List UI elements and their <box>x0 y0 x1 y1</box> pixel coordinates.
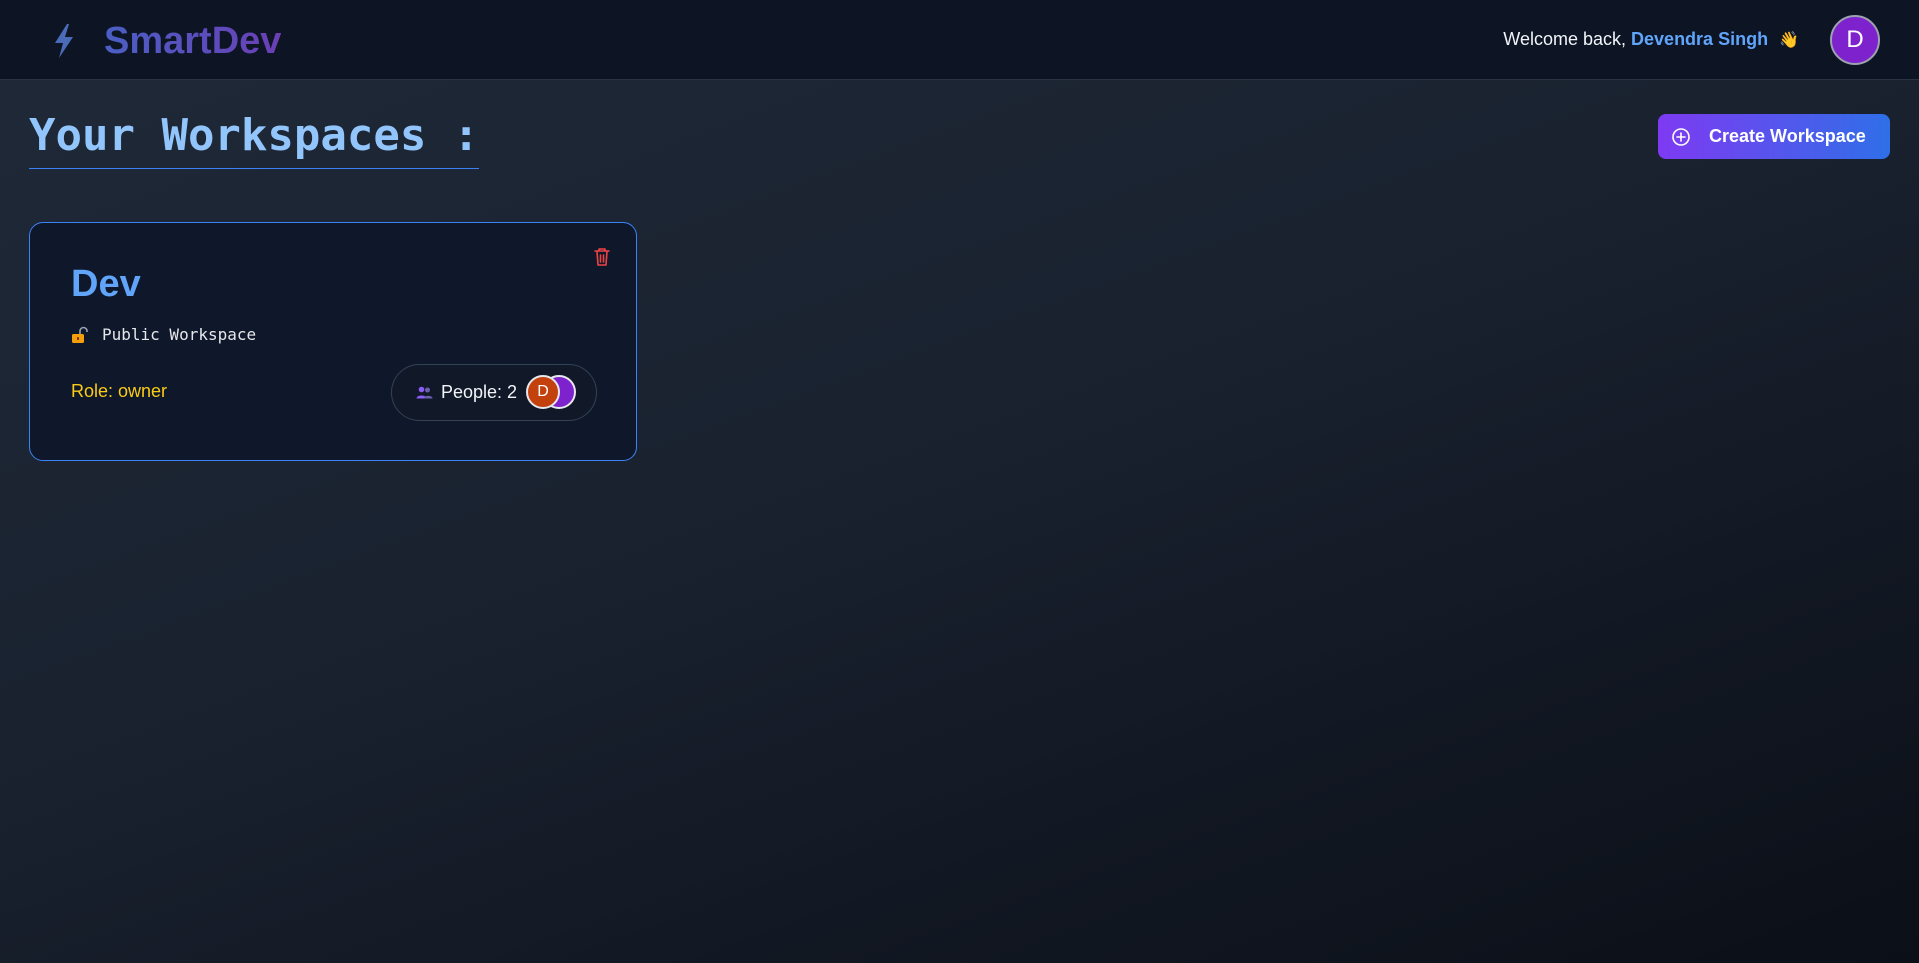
unlocked-padlock-icon <box>72 326 88 343</box>
workspace-name[interactable]: Dev <box>71 261 141 307</box>
wave-emoji: 👋 <box>1779 32 1799 49</box>
welcome-message: Welcome back, Devendra Singh 👋 <box>1503 29 1799 50</box>
top-navbar: SmartDev Welcome back, Devendra Singh 👋 … <box>0 0 1919 80</box>
trash-icon[interactable] <box>592 246 612 268</box>
user-name: Devendra Singh <box>1631 29 1769 49</box>
people-count-label: People: 2 <box>441 382 518 402</box>
role-label: Role: owner <box>71 381 168 401</box>
app-logo-text[interactable]: SmartDev <box>104 18 281 64</box>
welcome-prefix: Welcome back, <box>1503 29 1627 49</box>
member-avatar: D <box>526 374 561 409</box>
workspace-visibility: Public Workspace <box>71 325 256 344</box>
create-workspace-label: Create Workspace <box>1709 126 1866 146</box>
plus-circle-icon <box>1672 127 1690 146</box>
lightning-bolt-icon <box>55 24 73 58</box>
create-workspace-button[interactable]: Create Workspace <box>1658 114 1890 159</box>
workspace-card[interactable]: Dev Public Workspace Role: owner People:… <box>29 222 637 461</box>
people-icon <box>416 386 433 399</box>
member-avatars: D <box>526 374 578 411</box>
visibility-label: Public Workspace <box>102 325 257 344</box>
page-title: Your Workspaces : <box>29 108 480 169</box>
people-button[interactable]: People: 2 D <box>391 364 597 421</box>
user-avatar[interactable]: D <box>1830 15 1880 65</box>
